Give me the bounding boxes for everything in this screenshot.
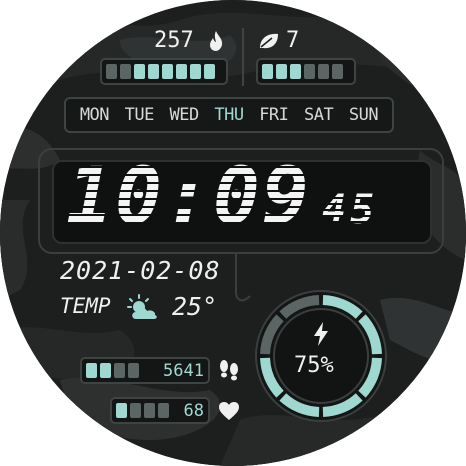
heart-rate-segment	[116, 403, 127, 418]
steps-progress-bar: 5641	[80, 357, 210, 384]
battery-gauge: 75%	[254, 289, 388, 423]
heart-rate-segment	[144, 403, 155, 418]
heart-icon	[219, 402, 239, 420]
watch-face: 257 7 MON TUE WED THU FRI SAT SUN 10:09 …	[0, 0, 466, 466]
battery-percent: 75%	[294, 353, 334, 378]
heart-rate-segment	[158, 403, 169, 418]
steps-segment	[114, 363, 125, 378]
battery-bracket	[235, 252, 251, 302]
steps-segment	[100, 363, 111, 378]
heart-rate-progress-bar: 68	[110, 397, 210, 424]
steps-value: 5641	[163, 360, 204, 381]
heart-rate-segment	[130, 403, 141, 418]
lightning-bolt-icon	[314, 322, 328, 346]
footsteps-icon	[220, 360, 238, 381]
steps-segment	[86, 363, 97, 378]
steps-segment	[128, 363, 139, 378]
heart-rate-value: 68	[183, 400, 204, 421]
